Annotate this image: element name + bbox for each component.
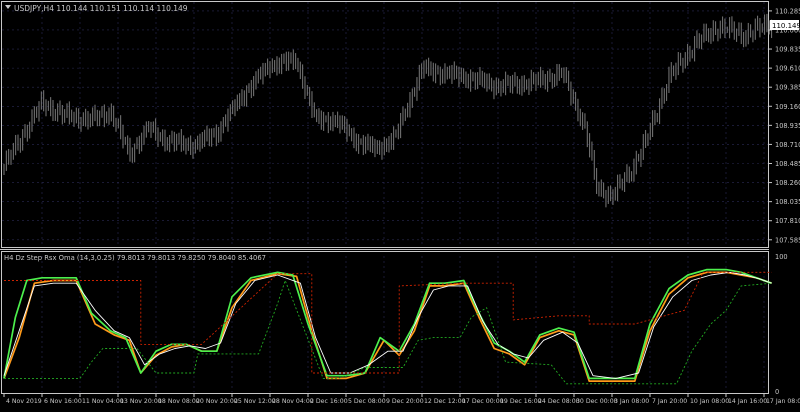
time-axis-label: 19 Dec 16:00	[500, 398, 542, 405]
price-axis-label: 108.485	[775, 160, 800, 168]
time-axis-label: 3 Jan 08:00	[614, 398, 649, 405]
time-axis-label: 10 Jan 08:00	[690, 398, 729, 405]
price-axis-label: 107.810	[775, 217, 800, 225]
indicator-axis-label: 0	[775, 388, 779, 396]
indicator-panel-header: H4 Dz Step Rsx Oma (14,3,0.25) 79.8013 7…	[4, 254, 266, 262]
time-axis-label: 12 Dec 12:00	[424, 398, 466, 405]
time-axis-label: 17 Jan 08:00	[766, 398, 800, 405]
time-axis-label: 17 Dec 00:00	[462, 398, 504, 405]
time-axis-label: 18 Nov 08:00	[158, 398, 200, 405]
chart-canvas[interactable]: 110.285110.060109.835109.610109.385109.1…	[0, 0, 800, 408]
time-axis-label: 30 Dec 00:00	[576, 398, 618, 405]
time-axis-label: 9 Dec 20:00	[386, 398, 424, 405]
time-axis-label: 2 Dec 16:00	[310, 398, 348, 405]
price-axis-label: 109.835	[775, 46, 800, 54]
price-axis-label: 109.160	[775, 103, 800, 111]
trading-chart[interactable]: 110.285 110.060 109.835 109.610 109.385 109.1…	[0, 0, 800, 408]
time-axis-label: 6 Nov 16:00	[44, 398, 82, 405]
price-axis-label: 108.260	[775, 179, 800, 187]
time-axis-label: 4 Nov 2019	[6, 398, 42, 405]
time-axis-label: 25 Nov 12:00	[234, 398, 276, 405]
time-axis-label: 14 Jan 16:00	[728, 398, 767, 405]
current-price-tag: 110.149	[770, 20, 800, 30]
time-axis-label: 13 Nov 20:00	[120, 398, 162, 405]
time-axis-label: 7 Jan 20:00	[652, 398, 687, 405]
time-axis-label: 20 Nov 20:00	[196, 398, 238, 405]
time-axis-label: 5 Dec 08:00	[348, 398, 386, 405]
price-panel-header: USDJPY,H4 110.144 110.151 110.114 110.14…	[14, 4, 188, 13]
price-axis-label: 110.285	[775, 7, 800, 15]
price-axis-label: 109.385	[775, 84, 800, 92]
current-price-label: 110.149	[772, 22, 800, 30]
price-axis-label: 108.035	[775, 198, 800, 206]
price-axis-label: 108.935	[775, 122, 800, 130]
price-axis-label: 107.585	[775, 236, 800, 244]
time-axis-label: 11 Nov 04:00	[82, 398, 124, 405]
indicator-axis-label: 100	[775, 253, 788, 261]
price-axis-label: 108.710	[775, 141, 800, 149]
time-axis-label: 24 Dec 08:00	[538, 398, 580, 405]
price-axis-label: 109.610	[775, 65, 800, 73]
chart-background	[0, 0, 800, 408]
time-axis-label: 28 Nov 04:00	[272, 398, 314, 405]
